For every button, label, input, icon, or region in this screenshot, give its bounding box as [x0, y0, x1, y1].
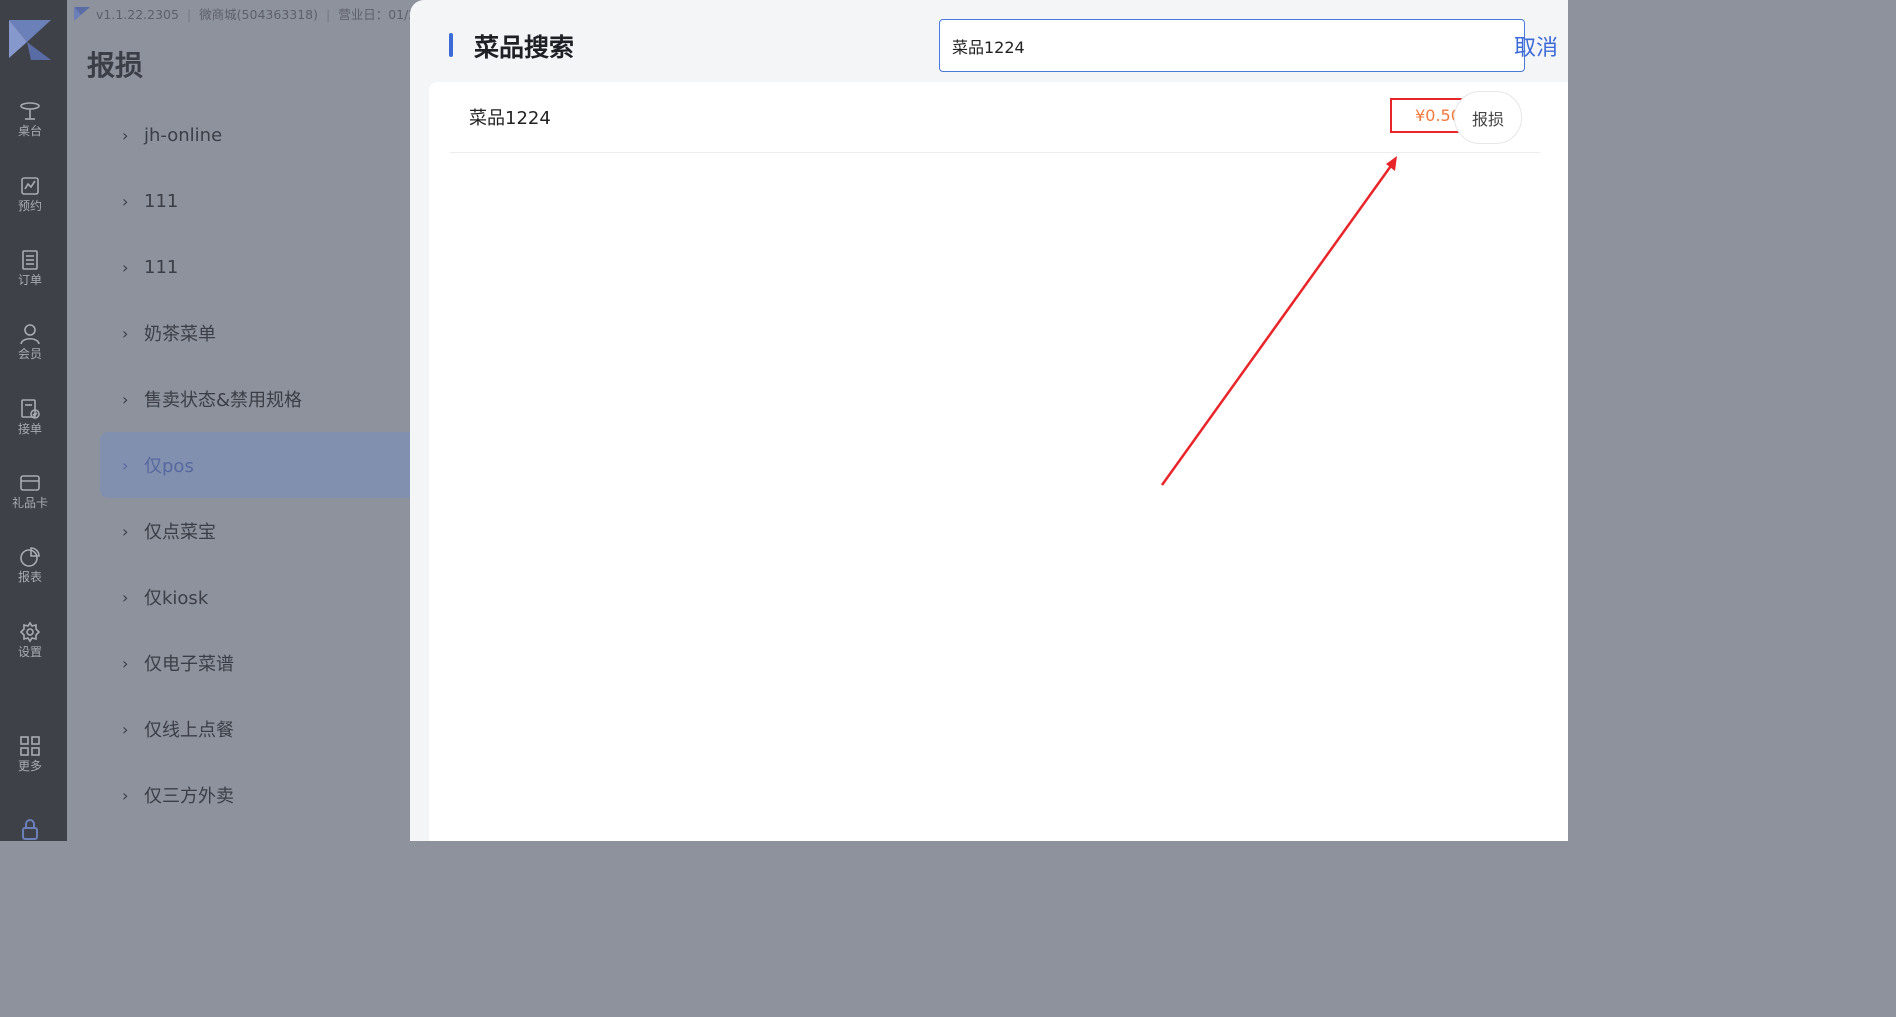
- nav-rail: 桌台 预约 订单 会员 接单 礼品卡 报表 设置 更多: [0, 0, 67, 841]
- report-icon: [20, 547, 40, 567]
- lock-icon: [22, 819, 38, 840]
- order-icon: [22, 250, 38, 270]
- category-item[interactable]: › jh-online: [100, 102, 410, 168]
- chevron-right-icon: ›: [122, 587, 129, 607]
- category-label: 售卖状态&禁用规格: [144, 390, 303, 411]
- category-item[interactable]: › 奶茶菜单: [100, 300, 410, 366]
- report-loss-button[interactable]: 报损: [1454, 91, 1522, 144]
- settings-icon: [19, 621, 41, 643]
- result-row[interactable]: 菜品1224 ¥0.50 报损: [450, 82, 1540, 153]
- rail-label: 接单: [17, 422, 42, 436]
- rail-item-accept-order[interactable]: 接单: [0, 398, 60, 436]
- rail-label: 更多: [17, 759, 42, 773]
- more-icon: [20, 736, 40, 756]
- accept-order-icon: [21, 399, 40, 419]
- dish-search-panel: 菜品搜索 取消 菜品1224 ¥0.50 报损: [410, 0, 1568, 841]
- category-list: › jh-online › 111 › 111 › 奶茶菜单 › 售卖状态&禁用规格 › 仅…: [100, 102, 410, 828]
- rail-item-order[interactable]: 订单: [0, 249, 60, 287]
- category-label: 仅三方外卖: [144, 786, 234, 807]
- rail-item-table[interactable]: 桌台: [0, 100, 60, 138]
- rail-label: 会员: [17, 347, 42, 361]
- rail-label: 订单: [17, 273, 42, 287]
- rail-item-reservation[interactable]: 预约: [0, 175, 60, 213]
- category-label: jh-online: [144, 124, 223, 146]
- rail-item-settings[interactable]: 设置: [0, 621, 60, 659]
- top-status-bar: v1.1.22.2305 | 微商城(504363318) | 营业日：01/21/..…: [74, 4, 448, 22]
- title-accent-bar: [449, 33, 453, 57]
- chevron-right-icon: ›: [122, 455, 129, 475]
- app-version: v1.1.22.2305: [96, 7, 179, 22]
- category-label: 仅点菜宝: [144, 522, 216, 543]
- rail-label: 设置: [17, 645, 42, 659]
- rail-label: 礼品卡: [11, 496, 48, 510]
- chevron-right-icon: ›: [122, 125, 129, 145]
- cancel-button[interactable]: 取消: [1514, 30, 1558, 62]
- chevron-right-icon: ›: [122, 323, 129, 343]
- rail-label: 桌台: [17, 124, 42, 138]
- chevron-right-icon: ›: [122, 257, 129, 277]
- category-item[interactable]: › 仅线上点餐: [100, 696, 410, 762]
- search-results: 菜品1224 ¥0.50 报损: [429, 82, 1568, 841]
- category-label: 仅pos: [144, 456, 194, 477]
- category-label: 仅电子菜谱: [144, 654, 234, 675]
- chevron-right-icon: ›: [122, 653, 129, 673]
- category-item[interactable]: › 111: [100, 168, 410, 234]
- category-item-active[interactable]: › 仅pos: [100, 432, 410, 498]
- category-item[interactable]: › 111: [100, 234, 410, 300]
- table-icon: [20, 102, 40, 120]
- chevron-right-icon: ›: [122, 389, 129, 409]
- member-icon: [20, 324, 40, 345]
- category-label: 111: [144, 190, 179, 212]
- category-label: 111: [144, 256, 179, 278]
- chevron-right-icon: ›: [122, 191, 129, 211]
- rail-item-lock[interactable]: [0, 818, 60, 842]
- rail-item-member[interactable]: 会员: [0, 323, 60, 361]
- rail-item-report[interactable]: 报表: [0, 546, 60, 584]
- chevron-right-icon: ›: [122, 785, 129, 805]
- category-item[interactable]: › 仅三方外卖: [100, 762, 410, 828]
- app-logo-icon: [9, 20, 51, 60]
- category-label: 仅kiosk: [144, 588, 209, 609]
- page-title: 报损: [87, 49, 144, 82]
- category-item[interactable]: › 仅kiosk: [100, 564, 410, 630]
- rail-label: 报表: [17, 570, 42, 584]
- app-small-logo-icon: [74, 7, 90, 21]
- reservation-icon: [21, 177, 39, 195]
- chevron-right-icon: ›: [122, 719, 129, 739]
- search-input[interactable]: [939, 19, 1525, 72]
- rail-label: 预约: [17, 199, 42, 213]
- category-item[interactable]: › 售卖状态&禁用规格: [100, 366, 410, 432]
- dish-name: 菜品1224: [469, 108, 551, 129]
- rail-item-more[interactable]: 更多: [0, 735, 60, 773]
- category-label: 仅线上点餐: [144, 720, 234, 741]
- store-name: 微商城(504363318): [199, 7, 319, 22]
- category-item[interactable]: › 仅电子菜谱: [100, 630, 410, 696]
- category-item[interactable]: › 仅点菜宝: [100, 498, 410, 564]
- category-label: 奶茶菜单: [144, 324, 216, 345]
- chevron-right-icon: ›: [122, 521, 129, 541]
- panel-title: 菜品搜索: [474, 33, 575, 62]
- rail-item-gift-card[interactable]: 礼品卡: [0, 472, 60, 510]
- gift-card-icon: [20, 475, 40, 491]
